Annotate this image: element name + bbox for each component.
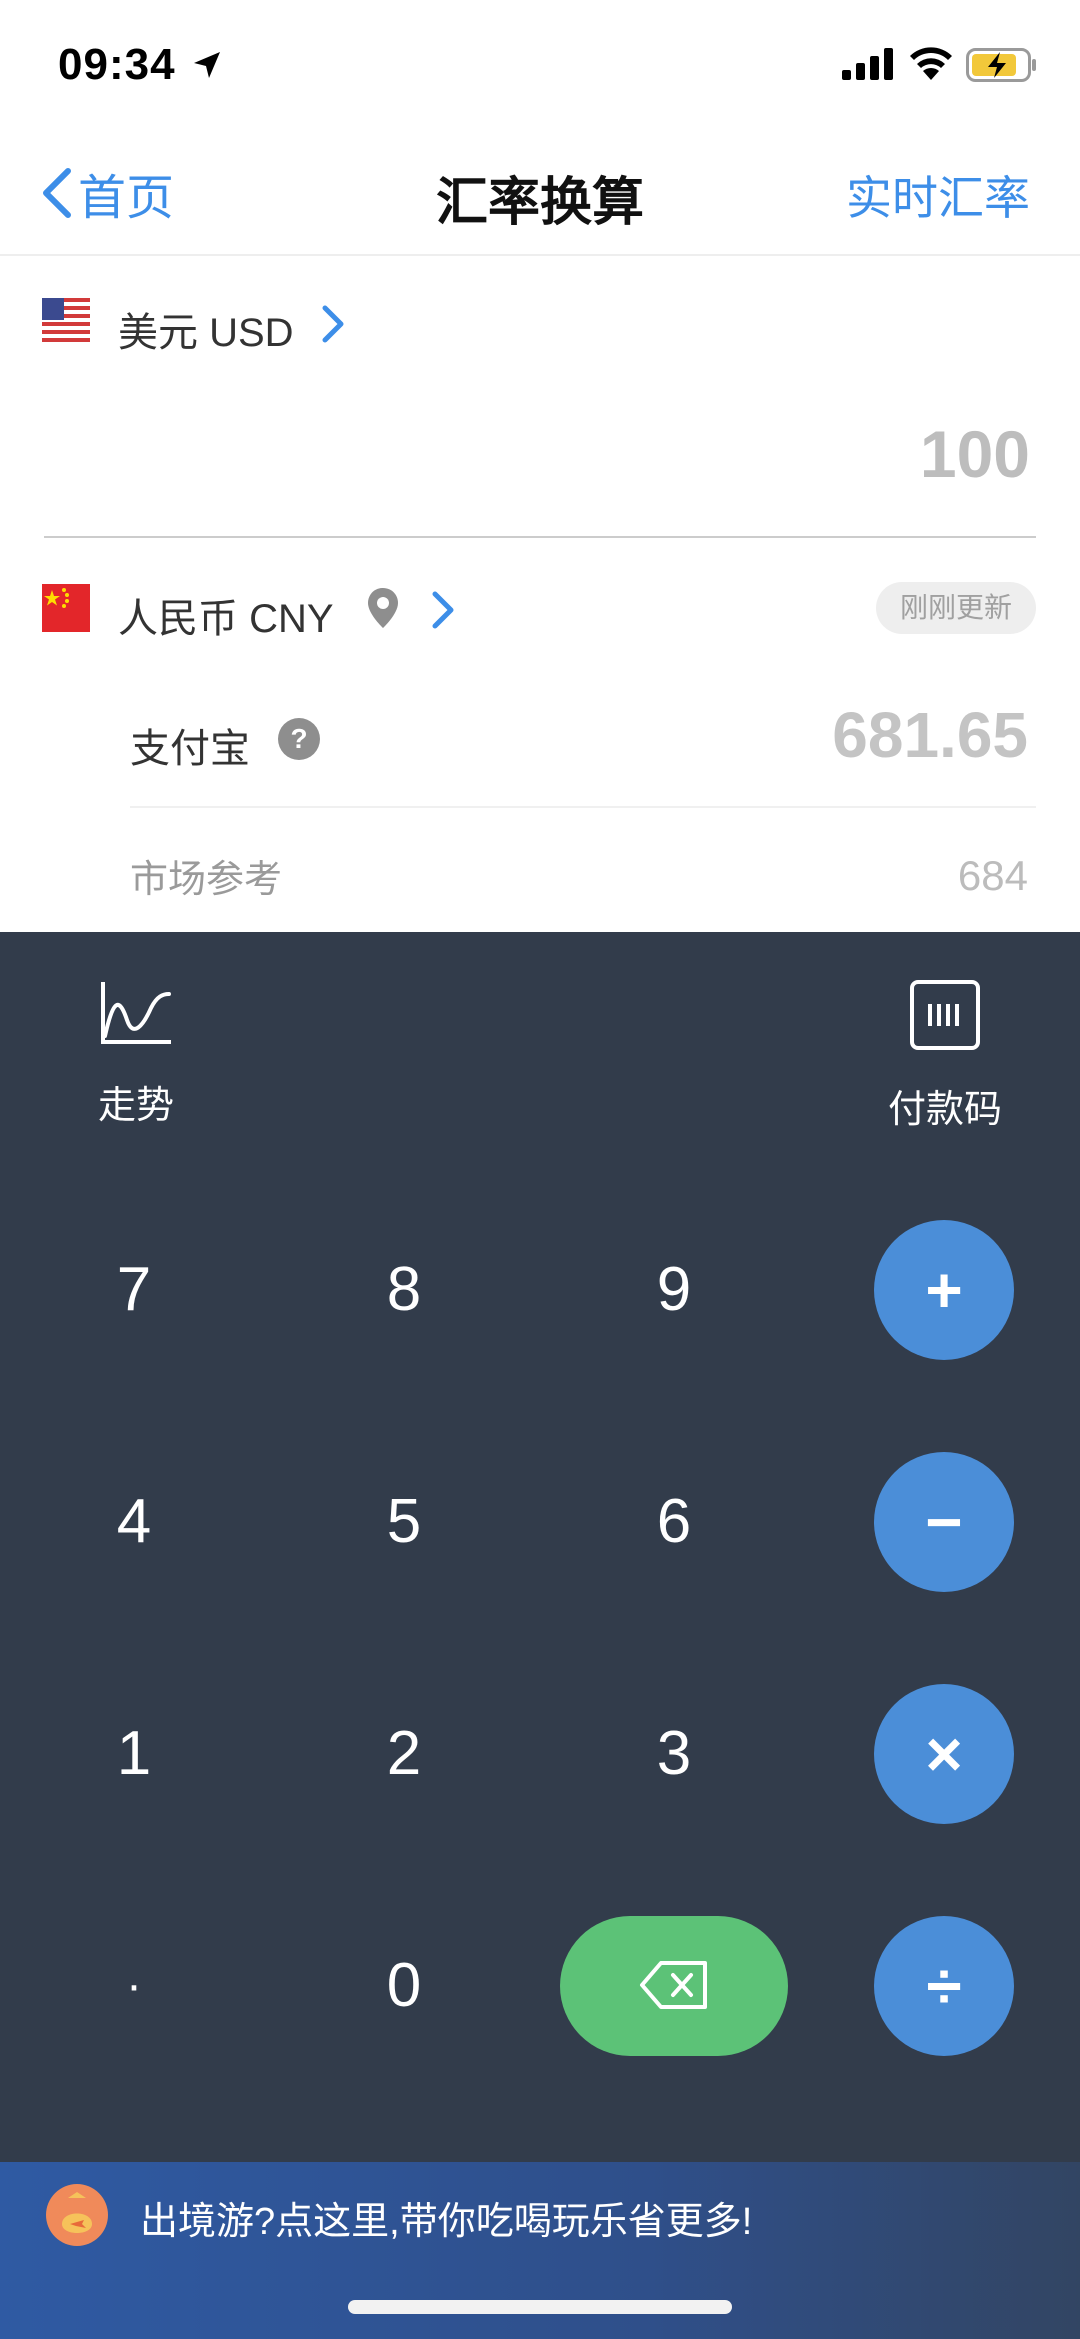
battery-charging-icon (966, 48, 1036, 82)
wifi-icon (910, 47, 952, 80)
chevron-right-icon[interactable] (430, 590, 456, 630)
from-currency-section: 美元 USD 100 (0, 256, 1080, 536)
key-6[interactable]: 6 (604, 1452, 744, 1592)
promo-banner[interactable]: 出境游?点这里,带你吃喝玩乐省更多! (0, 2162, 1080, 2339)
minus-button[interactable]: − (874, 1452, 1014, 1592)
paycode-button[interactable]: 付款码 (878, 980, 1012, 1133)
help-icon[interactable]: ? (278, 718, 320, 760)
keypad: 走势 付款码 7 8 9 + 4 5 6 − 1 2 3 × · 0 ÷ (0, 932, 1080, 2162)
alipay-label: 支付宝 (130, 727, 250, 771)
alipay-amount: 681.65 (832, 699, 1028, 771)
promo-text: 出境游?点这里,带你吃喝玩乐省更多! (140, 2201, 753, 2243)
barcode-icon (910, 980, 980, 1050)
key-5[interactable]: 5 (334, 1452, 474, 1592)
divide-button[interactable]: ÷ (874, 1916, 1014, 2056)
trend-button[interactable]: 走势 (84, 980, 188, 1129)
key-4[interactable]: 4 (64, 1452, 204, 1592)
market-reference-amount: 684 (957, 852, 1028, 899)
key-3[interactable]: 3 (604, 1684, 744, 1824)
from-currency-selector[interactable]: 美元 USD (118, 300, 294, 358)
status-bar: 09:34 (0, 0, 1080, 132)
location-arrow-icon (194, 52, 220, 78)
divider (130, 806, 1036, 808)
to-currency-section: 人民币 CNY 刚刚更新 支付宝 ? 681.65 市场参考 684 (0, 538, 1080, 932)
cn-flag-icon (42, 584, 90, 632)
us-flag-icon (42, 298, 90, 346)
updated-badge: 刚刚更新 (875, 582, 1036, 634)
key-7[interactable]: 7 (64, 1220, 204, 1360)
status-time: 09:34 (58, 40, 176, 89)
trend-chart-icon (101, 982, 171, 1044)
backspace-icon (640, 1961, 707, 2009)
key-2[interactable]: 2 (334, 1684, 474, 1824)
key-8[interactable]: 8 (334, 1220, 474, 1360)
decimal-key[interactable]: · (64, 1916, 204, 2056)
market-reference-label: 市场参考 (130, 859, 283, 901)
chevron-right-icon[interactable] (320, 304, 346, 344)
key-1[interactable]: 1 (64, 1684, 204, 1824)
plus-button[interactable]: + (874, 1220, 1014, 1360)
signal-icon (842, 48, 893, 80)
key-0[interactable]: 0 (334, 1916, 474, 2056)
realtime-rate-button[interactable]: 实时汇率 (846, 162, 1030, 228)
trend-label: 走势 (97, 1085, 174, 1127)
multiply-button[interactable]: × (874, 1684, 1014, 1824)
paycode-label: 付款码 (887, 1089, 1002, 1131)
travel-bag-icon (46, 2184, 108, 2246)
from-amount-input[interactable]: 100 (920, 416, 1030, 492)
nav-bar: 首页 汇率换算 实时汇率 (0, 132, 1080, 256)
key-9[interactable]: 9 (604, 1220, 744, 1360)
location-pin-icon[interactable] (366, 586, 400, 630)
home-indicator (348, 2300, 732, 2314)
to-currency-selector[interactable]: 人民币 CNY (118, 586, 334, 644)
delete-button[interactable] (560, 1916, 788, 2056)
